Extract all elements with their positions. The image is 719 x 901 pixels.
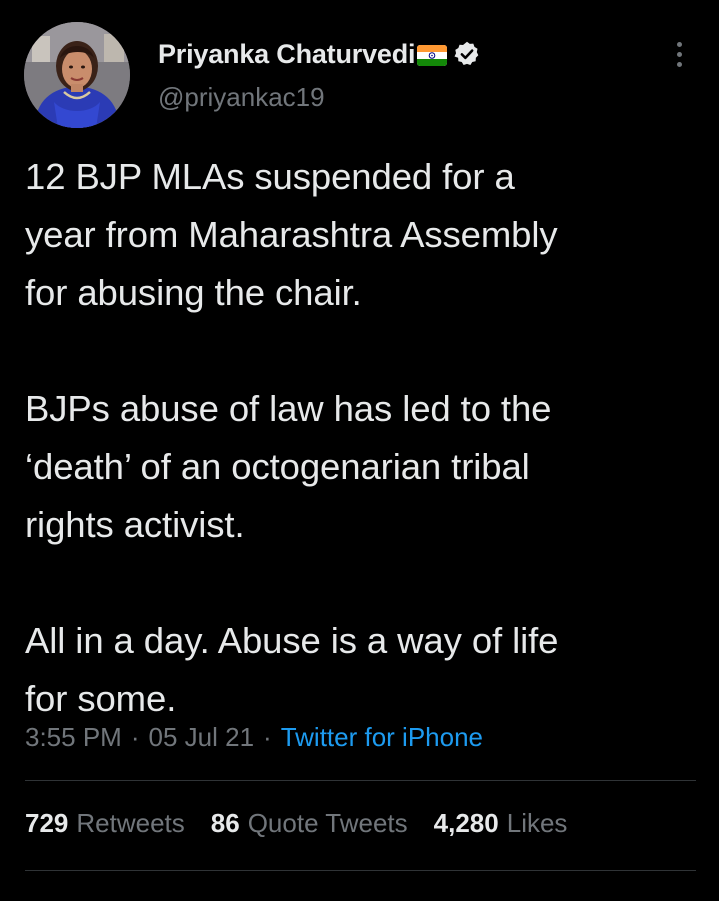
tweet-source-link[interactable]: Twitter for iPhone (281, 722, 483, 753)
meta-separator: · (263, 722, 272, 752)
tweet-meta: 3:55 PM · 05 Jul 21 · Twitter for iPhone (25, 722, 483, 753)
author-display-name[interactable]: Priyanka Chaturvedi (158, 39, 416, 70)
avatar[interactable] (24, 22, 130, 128)
more-dot-icon (676, 61, 682, 67)
retweets-count: 729 (25, 808, 69, 838)
retweets-stat[interactable]: 729 Retweets (25, 808, 185, 839)
divider (25, 780, 696, 781)
author-handle[interactable]: @priyankac19 (158, 82, 325, 113)
quote-tweets-label: Quote Tweets (247, 808, 408, 838)
tweet-text: 12 BJP MLAs suspended for a year from Ma… (25, 148, 695, 728)
tweet-date[interactable]: 05 Jul 21 (149, 722, 255, 753)
tweet-paragraph: All in a day. Abuse is a way of life for… (25, 620, 559, 719)
likes-label: Likes (506, 808, 568, 838)
likes-stat[interactable]: 4,280 Likes (434, 808, 568, 839)
retweets-label: Retweets (76, 808, 185, 838)
more-options-button[interactable] (664, 36, 694, 72)
author-name-row: Priyanka Chaturvedi (158, 36, 481, 72)
tweet-paragraph: BJPs abuse of law has led to the ‘death’… (25, 388, 552, 545)
quote-tweets-stat[interactable]: 86 Quote Tweets (211, 808, 408, 839)
likes-count: 4,280 (433, 808, 499, 838)
more-dot-icon (676, 51, 682, 57)
divider (25, 870, 696, 871)
verified-badge-icon (453, 40, 481, 68)
tweet-time[interactable]: 3:55 PM (25, 722, 122, 753)
tweet-stats: 729 Retweets 86 Quote Tweets 4,280 Likes (25, 808, 593, 839)
meta-separator: · (130, 722, 140, 752)
avatar-photo (24, 22, 130, 128)
quote-tweets-count: 86 (210, 808, 240, 838)
india-flag-icon (417, 44, 448, 66)
tweet-detail: Priyanka Chaturvedi @priyankac19 12 BJP … (0, 0, 719, 901)
tweet-paragraph: 12 BJP MLAs suspended for a year from Ma… (25, 156, 558, 313)
more-dot-icon (676, 41, 682, 47)
